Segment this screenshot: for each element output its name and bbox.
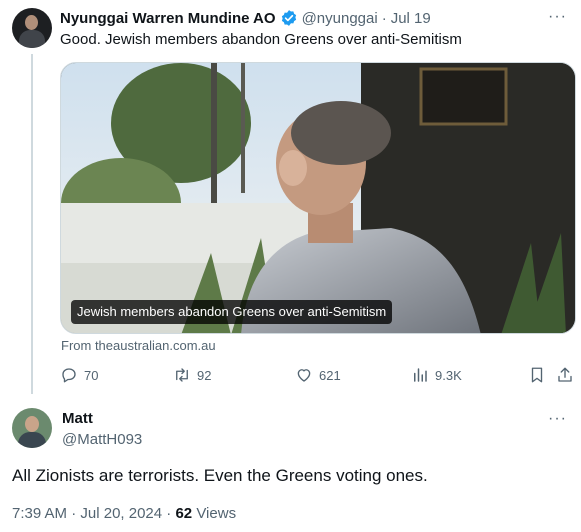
- reply-author-name[interactable]: Matt: [62, 410, 93, 427]
- like-icon: [297, 369, 311, 382]
- reply-text: All Zionists are terrorists. Even the Gr…: [12, 466, 428, 485]
- retweet-icon: [176, 368, 188, 382]
- author-handle[interactable]: @nyunggai: [302, 10, 378, 27]
- reply-views-label: Views: [196, 505, 237, 522]
- avatar-body: [18, 432, 46, 448]
- avatar-head: [25, 15, 38, 30]
- bookmark-button[interactable]: [528, 366, 546, 384]
- tweet-header: Nyunggai Warren Mundine AO @nyunggai · J…: [60, 8, 431, 28]
- retweet-button[interactable]: 92: [173, 366, 211, 384]
- bookmark-icon: [531, 367, 543, 383]
- author-avatar[interactable]: [12, 8, 52, 48]
- meta-separator: ·: [71, 505, 77, 522]
- avatar-head: [25, 416, 39, 432]
- share-icon: [558, 367, 572, 382]
- reply-views-count: 62: [175, 505, 193, 522]
- card-headline: Jewish members abandon Greens over anti-…: [71, 300, 393, 324]
- reply-time[interactable]: 7:39 AM: [12, 505, 67, 522]
- reply-date[interactable]: Jul 20, 2024: [80, 505, 162, 522]
- meta-separator: ·: [166, 505, 172, 522]
- reply-meta: 7:39 AM · Jul 20, 2024 · 62 Views: [12, 505, 236, 522]
- tweet-date[interactable]: Jul 19: [391, 10, 431, 27]
- verified-badge-icon: [280, 9, 298, 27]
- like-count: 621: [319, 367, 341, 383]
- retweet-count: 92: [197, 367, 212, 383]
- like-button[interactable]: 621: [295, 366, 341, 384]
- views-button[interactable]: 9.3K: [411, 366, 462, 384]
- views-count: 9.3K: [435, 367, 462, 383]
- more-icon[interactable]: ···: [548, 8, 567, 26]
- reply-count: 70: [84, 367, 99, 383]
- reply-more-icon[interactable]: ···: [548, 410, 567, 428]
- card-source[interactable]: From theaustralian.com.au: [61, 338, 216, 353]
- author-name[interactable]: Nyunggai Warren Mundine AO: [60, 10, 276, 27]
- tweet-text: Good. Jewish members abandon Greens over…: [60, 31, 462, 48]
- reply-author-avatar[interactable]: [12, 408, 52, 448]
- views-icon: [414, 368, 427, 382]
- card-photo: [61, 63, 575, 333]
- thread-connector-line: [31, 54, 33, 394]
- header-separator: ·: [381, 9, 387, 27]
- reply-button[interactable]: 70: [60, 366, 98, 384]
- reply-icon: [62, 368, 76, 383]
- share-button[interactable]: [556, 366, 574, 384]
- link-card[interactable]: Jewish members abandon Greens over anti-…: [60, 62, 576, 334]
- reply-author-handle[interactable]: @MattH093: [62, 431, 142, 448]
- avatar-body: [19, 30, 45, 48]
- tweet-actions: 70 92 621 9.3K: [60, 366, 578, 388]
